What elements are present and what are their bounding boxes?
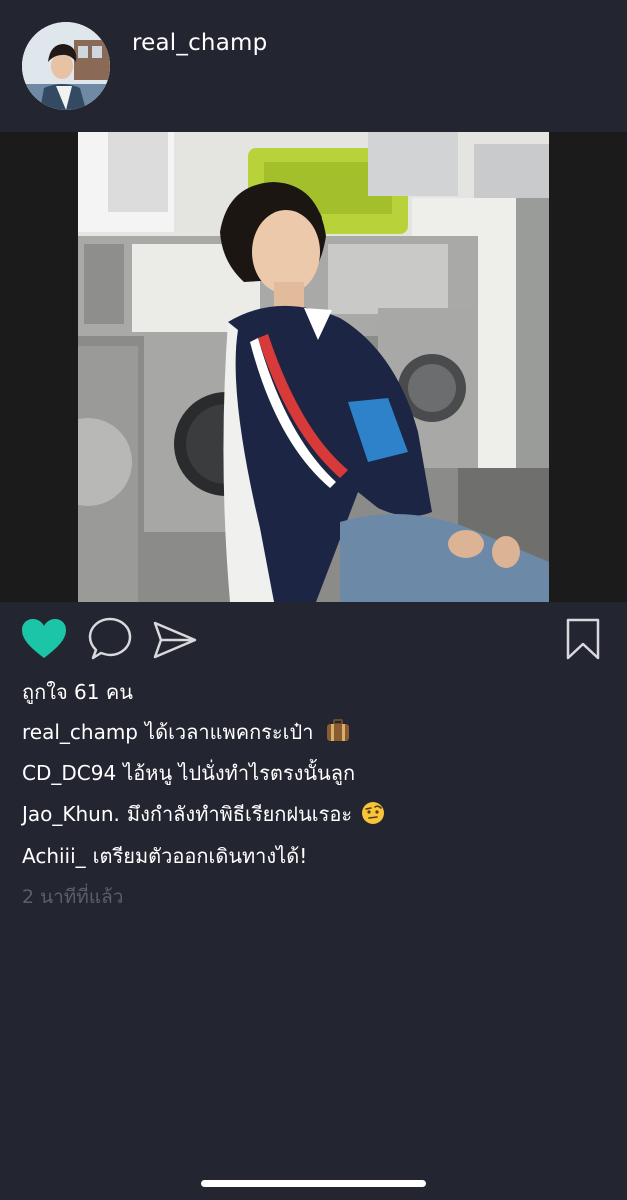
- bookmark-icon[interactable]: [565, 618, 601, 664]
- like-count[interactable]: ถูกใจ 61 คน: [22, 676, 133, 708]
- avatar[interactable]: [22, 22, 110, 110]
- comment-username[interactable]: Jao_Khun.: [22, 802, 120, 826]
- comment-item: Jao_Khun. มึงกำลังทำพิธีเรียกฝนเรอะ: [22, 798, 385, 830]
- laundromat-photo: [78, 132, 549, 602]
- comment-text: มึงกำลังทำพิธีเรียกฝนเรอะ: [126, 802, 353, 826]
- post-username[interactable]: real_champ: [132, 30, 267, 56]
- luggage-icon: [326, 719, 350, 748]
- comment-item: real_champ ได้เวลาแพคกระเป๋า: [22, 716, 350, 748]
- post-photo[interactable]: [78, 132, 549, 602]
- post-media-area: [0, 132, 627, 602]
- comment-username[interactable]: CD_DC94: [22, 761, 116, 785]
- comment-text: ได้เวลาแพคกระเป๋า: [145, 720, 314, 744]
- post-header: real_champ: [0, 0, 627, 132]
- comment-username[interactable]: Achiii_: [22, 844, 86, 868]
- paper-plane-icon[interactable]: [152, 620, 198, 664]
- post-timestamp: 2 นาทีที่แล้ว: [22, 886, 124, 908]
- comment-text: ไอ้หนู ไปนั่งทำไรตรงนั้นลูก: [123, 761, 356, 785]
- raised-eyebrow-face-icon: [361, 801, 385, 830]
- comment-text: เตรียมตัวออกเดินทางได้!: [92, 844, 308, 868]
- home-indicator[interactable]: [201, 1180, 426, 1187]
- comment-item: Achiii_ เตรียมตัวออกเดินทางได้!: [22, 840, 307, 872]
- post-actions-bar: [0, 602, 627, 672]
- comment-item: CD_DC94 ไอ้หนู ไปนั่งทำไรตรงนั้นลูก: [22, 757, 355, 789]
- like-heart-icon[interactable]: [21, 618, 67, 664]
- comment-bubble-icon[interactable]: [88, 617, 132, 665]
- comment-username[interactable]: real_champ: [22, 720, 138, 744]
- avatar-image: [22, 22, 110, 110]
